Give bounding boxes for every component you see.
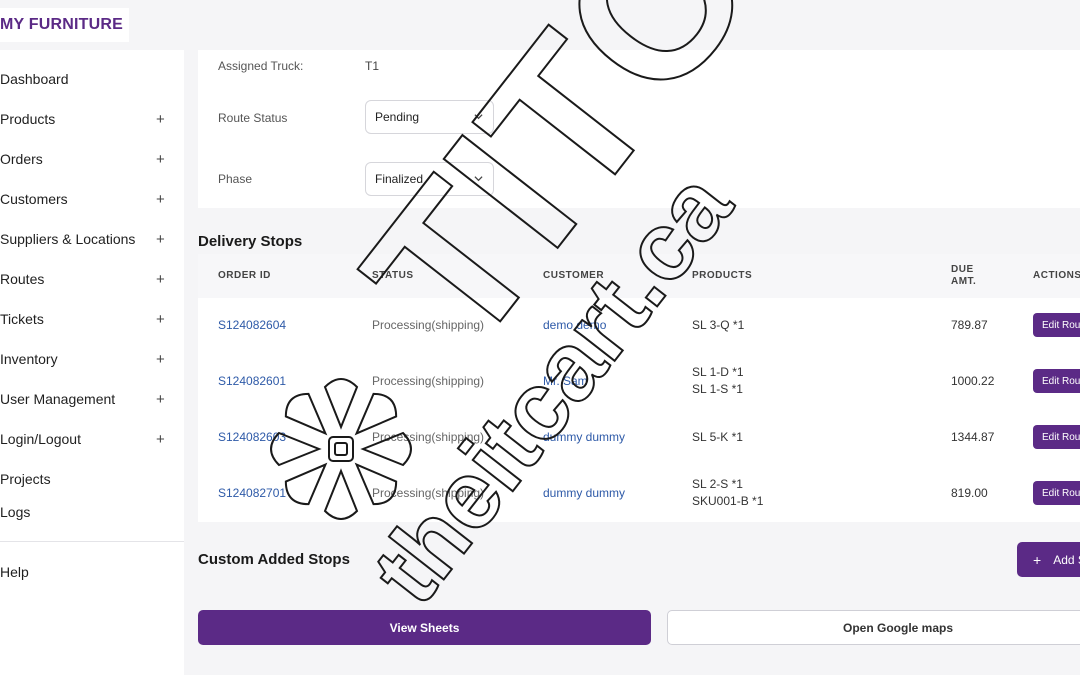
table-row: S124082603 Processing(shipping) dummy du…	[198, 410, 1080, 466]
sidebar-item-label: Customers	[0, 191, 68, 207]
custom-stops-title: Custom Added Stops	[198, 551, 350, 568]
customer-link[interactable]: Mr. Sam	[543, 374, 588, 389]
table-row: S124082601 Processing(shipping) Mr. Sam …	[198, 354, 1080, 410]
column-header-customer: CUSTOMER	[543, 270, 605, 281]
sidebar-item-label: Projects	[0, 471, 51, 487]
column-header-due-amt: DUE AMT.	[951, 264, 977, 287]
add-stop-button[interactable]: + Add Stop	[1017, 542, 1080, 577]
sidebar-item-dashboard[interactable]: Dashboard	[0, 64, 184, 94]
order-status: Processing(shipping)	[372, 486, 485, 500]
table-header: ORDER ID STATUS CUSTOMER PRODUCTS DUE AM…	[198, 254, 1080, 298]
expand-plus-icon[interactable]: +	[156, 231, 165, 248]
product-line: SL 2-S *1	[692, 477, 743, 491]
phase-select[interactable]: Finalized	[365, 162, 494, 196]
plus-icon: +	[1033, 551, 1042, 568]
expand-plus-icon[interactable]: +	[156, 391, 165, 408]
due-amount: 1344.87	[951, 430, 995, 444]
sidebar-item-label: Logs	[0, 504, 31, 520]
sidebar-item-suppliers-locations[interactable]: Suppliers & Locations +	[0, 224, 184, 254]
sidebar-item-orders[interactable]: Orders +	[0, 144, 184, 174]
table-row: S124082701 Processing(shipping) dummy du…	[198, 466, 1080, 522]
sidebar-item-login-logout[interactable]: Login/Logout +	[0, 424, 184, 454]
sidebar-item-projects[interactable]: Projects	[0, 464, 184, 494]
column-header-actions: ACTIONS	[1033, 270, 1080, 281]
sidebar-item-label: Help	[0, 564, 29, 580]
add-stop-label: Add Stop	[1053, 552, 1080, 567]
sidebar-item-logs[interactable]: Logs	[0, 497, 184, 527]
expand-plus-icon[interactable]: +	[156, 191, 165, 208]
product-line: SL 3-Q *1	[692, 318, 745, 332]
expand-plus-icon[interactable]: +	[156, 111, 165, 128]
sidebar-item-user-management[interactable]: User Management +	[0, 384, 184, 414]
sidebar-item-help[interactable]: Help	[0, 557, 184, 587]
sidebar-item-label: Routes	[0, 271, 45, 287]
order-id-link[interactable]: S124082701	[218, 486, 286, 501]
phase-label: Phase	[218, 172, 253, 186]
product-line: SL 1-S *1	[692, 382, 743, 396]
sidebar-item-label: Tickets	[0, 311, 44, 327]
expand-plus-icon[interactable]: +	[156, 351, 165, 368]
brand-logo[interactable]: MY FURNITURE	[0, 8, 129, 42]
expand-plus-icon[interactable]: +	[156, 431, 165, 448]
sidebar-item-label: Login/Logout	[0, 431, 81, 447]
customer-link[interactable]: demo demo	[543, 318, 606, 333]
product-line: SKU001-B *1	[692, 494, 764, 508]
route-status-value: Pending	[375, 110, 420, 124]
sidebar-item-products[interactable]: Products +	[0, 104, 184, 134]
product-line: SL 5-K *1	[692, 430, 743, 444]
edit-route-button[interactable]: Edit Route	[1033, 313, 1080, 337]
due-amount: 819.00	[951, 486, 988, 500]
sidebar-item-label: Suppliers & Locations	[0, 231, 136, 247]
sidebar-item-tickets[interactable]: Tickets +	[0, 304, 184, 334]
column-header-status: STATUS	[372, 270, 414, 281]
assigned-truck-label: Assigned Truck:	[218, 59, 304, 73]
expand-plus-icon[interactable]: +	[156, 271, 165, 288]
sidebar-item-label: Inventory	[0, 351, 58, 367]
expand-plus-icon[interactable]: +	[156, 311, 165, 328]
order-status: Processing(shipping)	[372, 374, 485, 388]
sidebar-item-label: Dashboard	[0, 71, 69, 87]
product-line: SL 1-D *1	[692, 365, 744, 379]
sidebar-item-label: Orders	[0, 151, 43, 167]
order-id-link[interactable]: S124082604	[218, 318, 286, 333]
customer-link[interactable]: dummy dummy	[543, 430, 625, 445]
sidebar-item-label: Products	[0, 111, 56, 127]
due-amount: 1000.22	[951, 374, 995, 388]
customer-link[interactable]: dummy dummy	[543, 486, 625, 501]
route-status-select[interactable]: Pending	[365, 100, 494, 134]
order-status: Processing(shipping)	[372, 318, 485, 332]
route-status-label: Route Status	[218, 111, 288, 125]
view-sheets-button[interactable]: View Sheets	[198, 610, 651, 645]
order-id-link[interactable]: S124082601	[218, 374, 286, 389]
order-id-link[interactable]: S124082603	[218, 430, 286, 445]
sidebar-item-label: User Management	[0, 391, 116, 407]
route-details-panel	[198, 50, 1080, 208]
assigned-truck-value: T1	[365, 59, 380, 73]
due-amount: 789.87	[951, 318, 988, 332]
expand-plus-icon[interactable]: +	[156, 151, 165, 168]
sidebar-item-customers[interactable]: Customers +	[0, 184, 184, 214]
edit-route-button[interactable]: Edit Route	[1033, 369, 1080, 393]
open-google-maps-button[interactable]: Open Google maps	[667, 610, 1080, 645]
sidebar-item-routes[interactable]: Routes +	[0, 264, 184, 294]
chevron-down-icon	[474, 114, 483, 120]
delivery-stops-title: Delivery Stops	[198, 233, 303, 250]
order-status: Processing(shipping)	[372, 430, 485, 444]
chevron-down-icon	[474, 176, 483, 182]
sidebar-item-inventory[interactable]: Inventory +	[0, 344, 184, 374]
column-header-products: PRODUCTS	[692, 270, 753, 281]
edit-route-button[interactable]: Edit Route	[1033, 425, 1080, 449]
table-row: S124082604 Processing(shipping) demo dem…	[198, 298, 1080, 354]
edit-route-button[interactable]: Edit Route	[1033, 481, 1080, 505]
phase-value: Finalized	[375, 172, 424, 186]
top-bar: MY FURNITURE	[0, 0, 1080, 50]
sidebar-divider	[0, 541, 184, 542]
sidebar: Dashboard Products + Orders + Customers + S…	[0, 50, 184, 675]
column-header-order-id: ORDER ID	[218, 270, 271, 281]
